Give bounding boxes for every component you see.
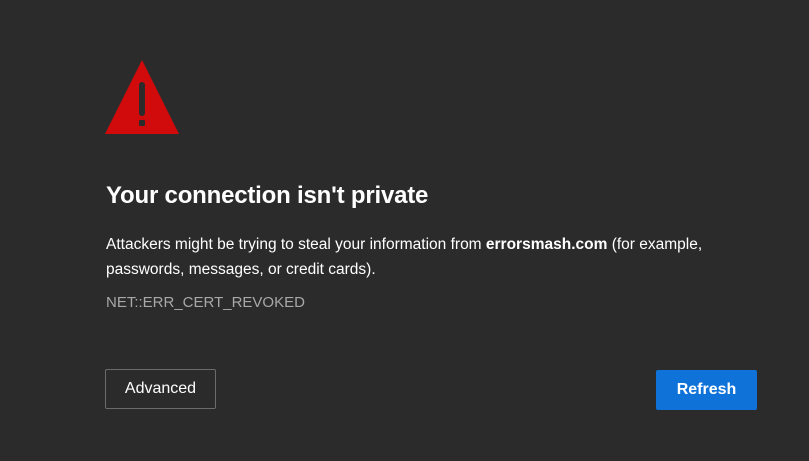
error-page: Your connection isn't private Attackers … — [0, 0, 809, 461]
error-message: Attackers might be trying to steal your … — [106, 232, 766, 282]
error-code: NET::ERR_CERT_REVOKED — [106, 294, 305, 311]
warning-triangle-icon — [105, 60, 179, 134]
site-domain: errorsmash.com — [485, 236, 608, 253]
advanced-button[interactable]: Advanced — [105, 369, 216, 409]
message-text-before: Attackers might be trying to steal your … — [106, 236, 486, 253]
refresh-button[interactable]: Refresh — [656, 370, 757, 410]
page-title: Your connection isn't private — [106, 182, 429, 209]
